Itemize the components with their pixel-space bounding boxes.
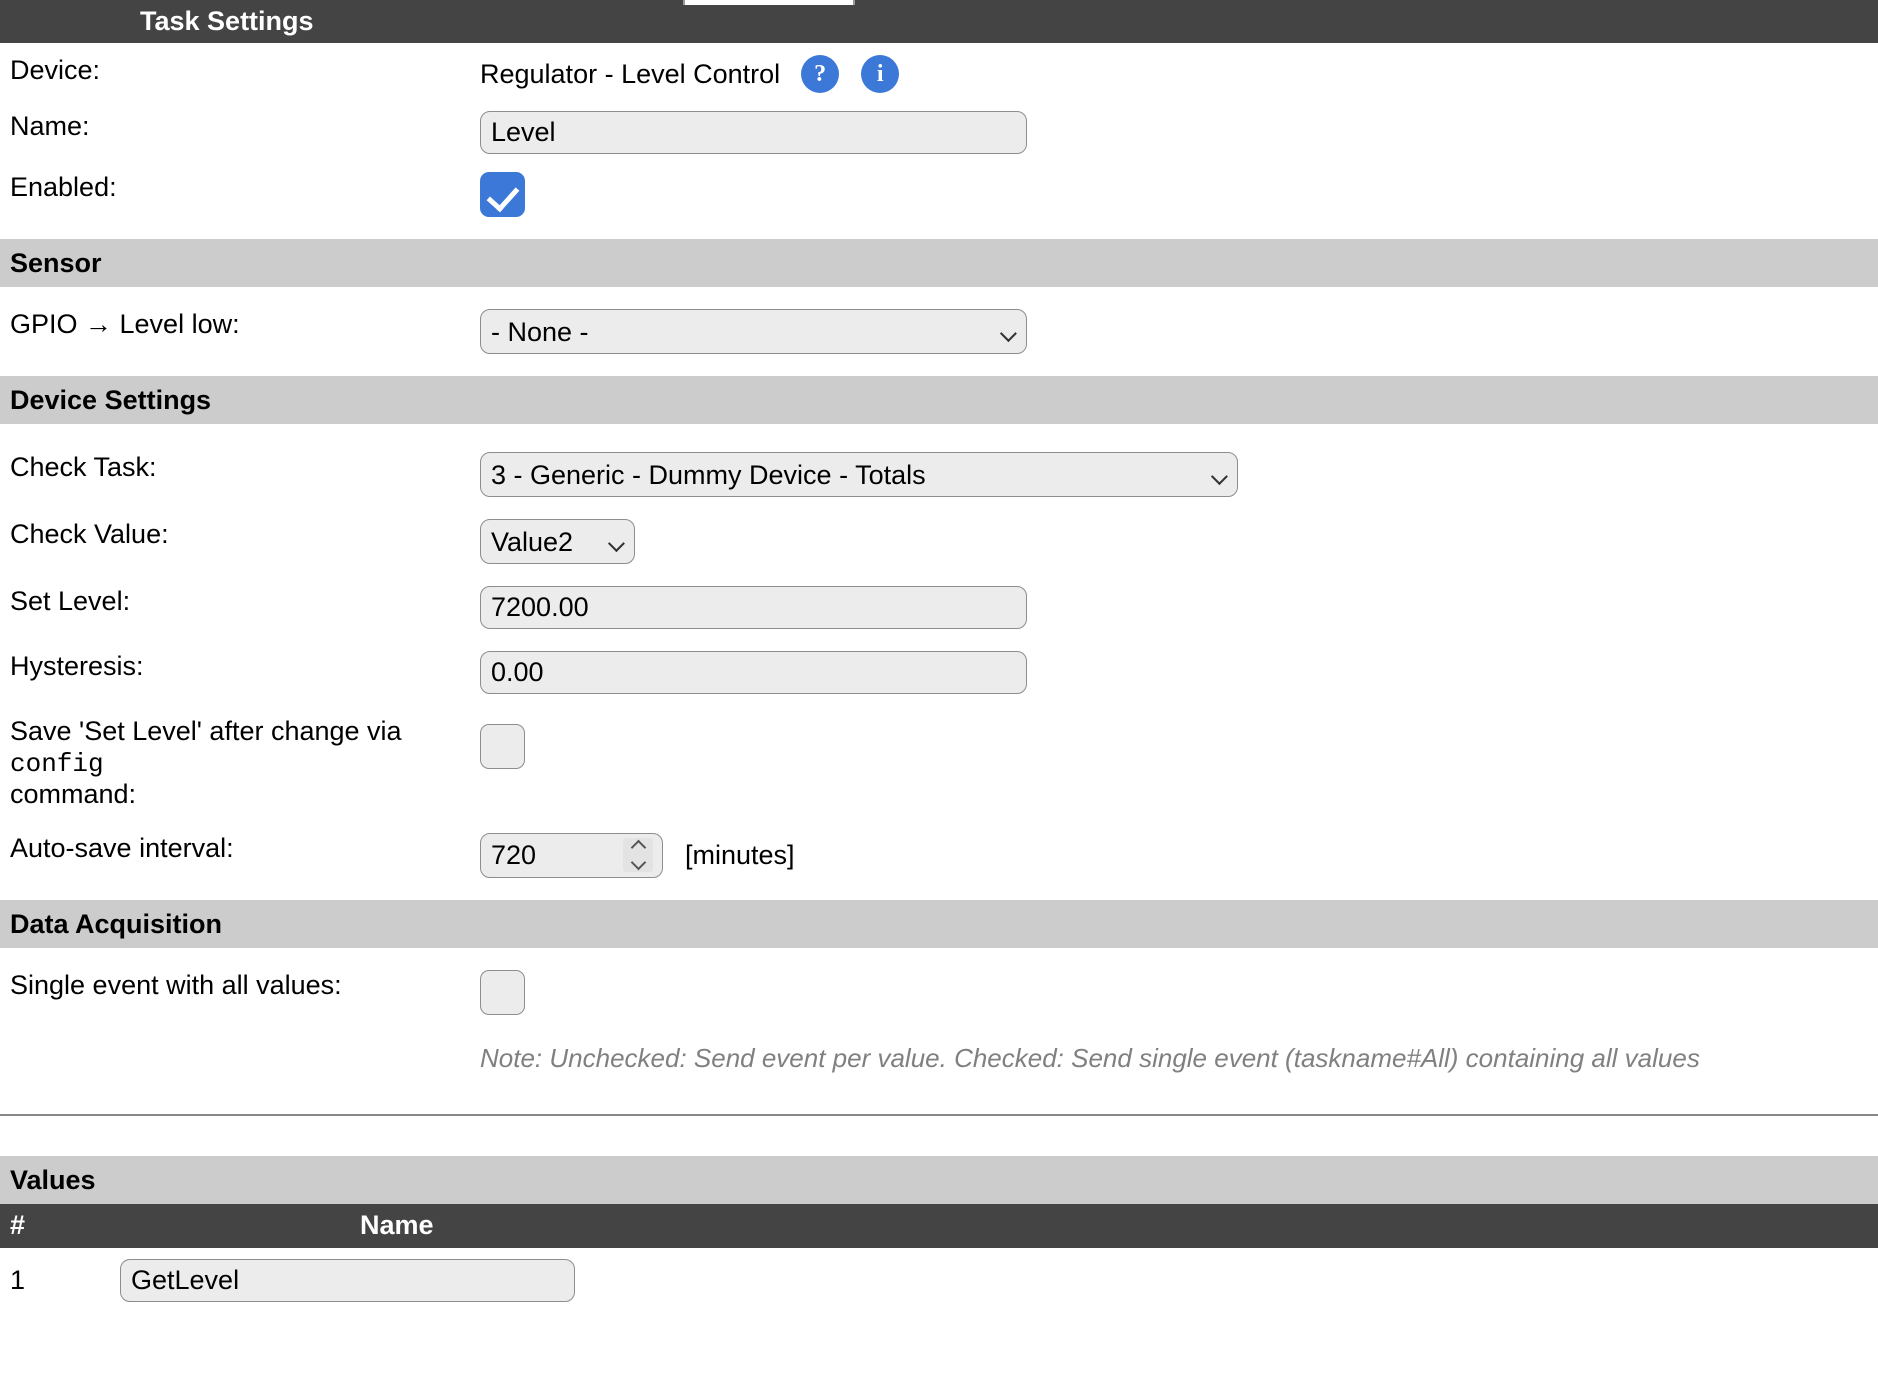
- set-level-label: Set Level:: [10, 586, 131, 616]
- save-set-level-checkbox[interactable]: [480, 724, 525, 769]
- check-task-select-wrap: 3 - Generic - Dummy Device - Totals: [480, 452, 1238, 497]
- auto-save-number-wrap: [480, 832, 663, 878]
- hysteresis-field: [480, 651, 1878, 694]
- auto-save-interval-input[interactable]: [480, 832, 663, 878]
- row-set-level: Set Level:: [0, 586, 1878, 629]
- check-task-field: 3 - Generic - Dummy Device - Totals: [480, 452, 1878, 497]
- gpio-select-wrap: - None -: [480, 309, 1027, 354]
- tab-stub: [683, 0, 855, 5]
- page-title: Task Settings: [140, 6, 314, 36]
- task-name-input[interactable]: [480, 111, 1027, 154]
- check-value-label: Check Value:: [10, 519, 169, 549]
- enabled-field: [480, 172, 1878, 217]
- save-set-level-label-line2: command:: [10, 779, 137, 810]
- device-value: Regulator - Level Control: [480, 58, 781, 89]
- name-label: Name:: [10, 111, 90, 141]
- value-name-input-1[interactable]: [120, 1259, 575, 1303]
- device-label: Device:: [10, 55, 101, 85]
- section-header-data-acquisition: Data Acquisition: [0, 899, 1878, 948]
- name-field: [480, 111, 1878, 154]
- save-set-level-label-config: config: [10, 749, 104, 780]
- set-level-field: [480, 586, 1878, 629]
- check-value-select-wrap: Value2: [480, 519, 635, 564]
- row-hysteresis: Hysteresis:: [0, 651, 1878, 694]
- save-set-level-label: Save 'Set Level' after change via config…: [0, 716, 480, 811]
- info-icon[interactable]: i: [861, 55, 900, 93]
- single-event-note: Note: Unchecked: Send event per value. C…: [480, 1042, 1700, 1073]
- row-save-set-level: Save 'Set Level' after change via config…: [0, 716, 1878, 811]
- save-set-level-label-line1: Save 'Set Level' after change via: [10, 716, 402, 746]
- value-row-name-cell: [60, 1248, 1878, 1314]
- enabled-checkbox[interactable]: [480, 172, 525, 217]
- check-task-label: Check Task:: [10, 452, 157, 482]
- table-row: 1: [0, 1248, 1878, 1314]
- column-header-name: Name: [60, 1203, 1878, 1248]
- section-header-device-settings: Device Settings: [0, 376, 1878, 424]
- task-settings-page: Task Settings Device: Regulator - Level …: [0, 0, 1878, 1314]
- row-check-task: Check Task: 3 - Generic - Dummy Device -…: [0, 452, 1878, 497]
- check-value-select[interactable]: Value2: [480, 519, 635, 564]
- row-auto-save-interval: Auto-save interval: [minutes]: [0, 832, 1878, 878]
- row-gpio-level-low: GPIO → Level low: - None -: [0, 309, 1878, 354]
- row-name: Name:: [0, 111, 1878, 154]
- save-set-level-field: [480, 716, 1878, 769]
- hysteresis-input[interactable]: [480, 651, 1027, 694]
- auto-save-interval-unit: [minutes]: [685, 839, 795, 870]
- device-field: Regulator - Level Control ? i: [480, 55, 1878, 93]
- gpio-level-low-select[interactable]: - None -: [480, 309, 1027, 354]
- single-event-checkbox[interactable]: [480, 969, 525, 1015]
- check-task-select[interactable]: 3 - Generic - Dummy Device - Totals: [480, 452, 1238, 497]
- values-table-header-row: # Name: [0, 1203, 1878, 1248]
- set-level-input[interactable]: [480, 586, 1027, 629]
- gpio-level-low-label: GPIO → Level low:: [10, 309, 240, 339]
- column-header-index: #: [0, 1203, 60, 1248]
- row-single-event: Single event with all values:: [0, 969, 1878, 1015]
- row-enabled: Enabled:: [0, 172, 1878, 217]
- row-check-value: Check Value: Value2: [0, 519, 1878, 564]
- row-device: Device: Regulator - Level Control ? i: [0, 55, 1878, 93]
- single-event-label: Single event with all values:: [10, 969, 342, 1000]
- help-icon[interactable]: ?: [801, 55, 840, 93]
- check-value-field: Value2: [480, 519, 1878, 564]
- note-field: Note: Unchecked: Send event per value. C…: [480, 1043, 1878, 1074]
- auto-save-interval-label: Auto-save interval:: [10, 832, 234, 863]
- auto-save-interval-field: [minutes]: [480, 832, 1878, 878]
- section-header-sensor: Sensor: [0, 239, 1878, 287]
- value-row-index: 1: [10, 1265, 26, 1296]
- values-table: # Name 1: [0, 1203, 1878, 1314]
- section-header-task-settings: Task Settings: [0, 0, 1878, 43]
- enabled-label: Enabled:: [10, 172, 117, 202]
- single-event-field: [480, 969, 1878, 1015]
- hysteresis-label: Hysteresis:: [10, 651, 144, 681]
- gpio-level-low-field: - None -: [480, 309, 1878, 354]
- section-header-values: Values: [0, 1155, 1878, 1204]
- row-single-event-note: Note: Unchecked: Send event per value. C…: [0, 1043, 1878, 1074]
